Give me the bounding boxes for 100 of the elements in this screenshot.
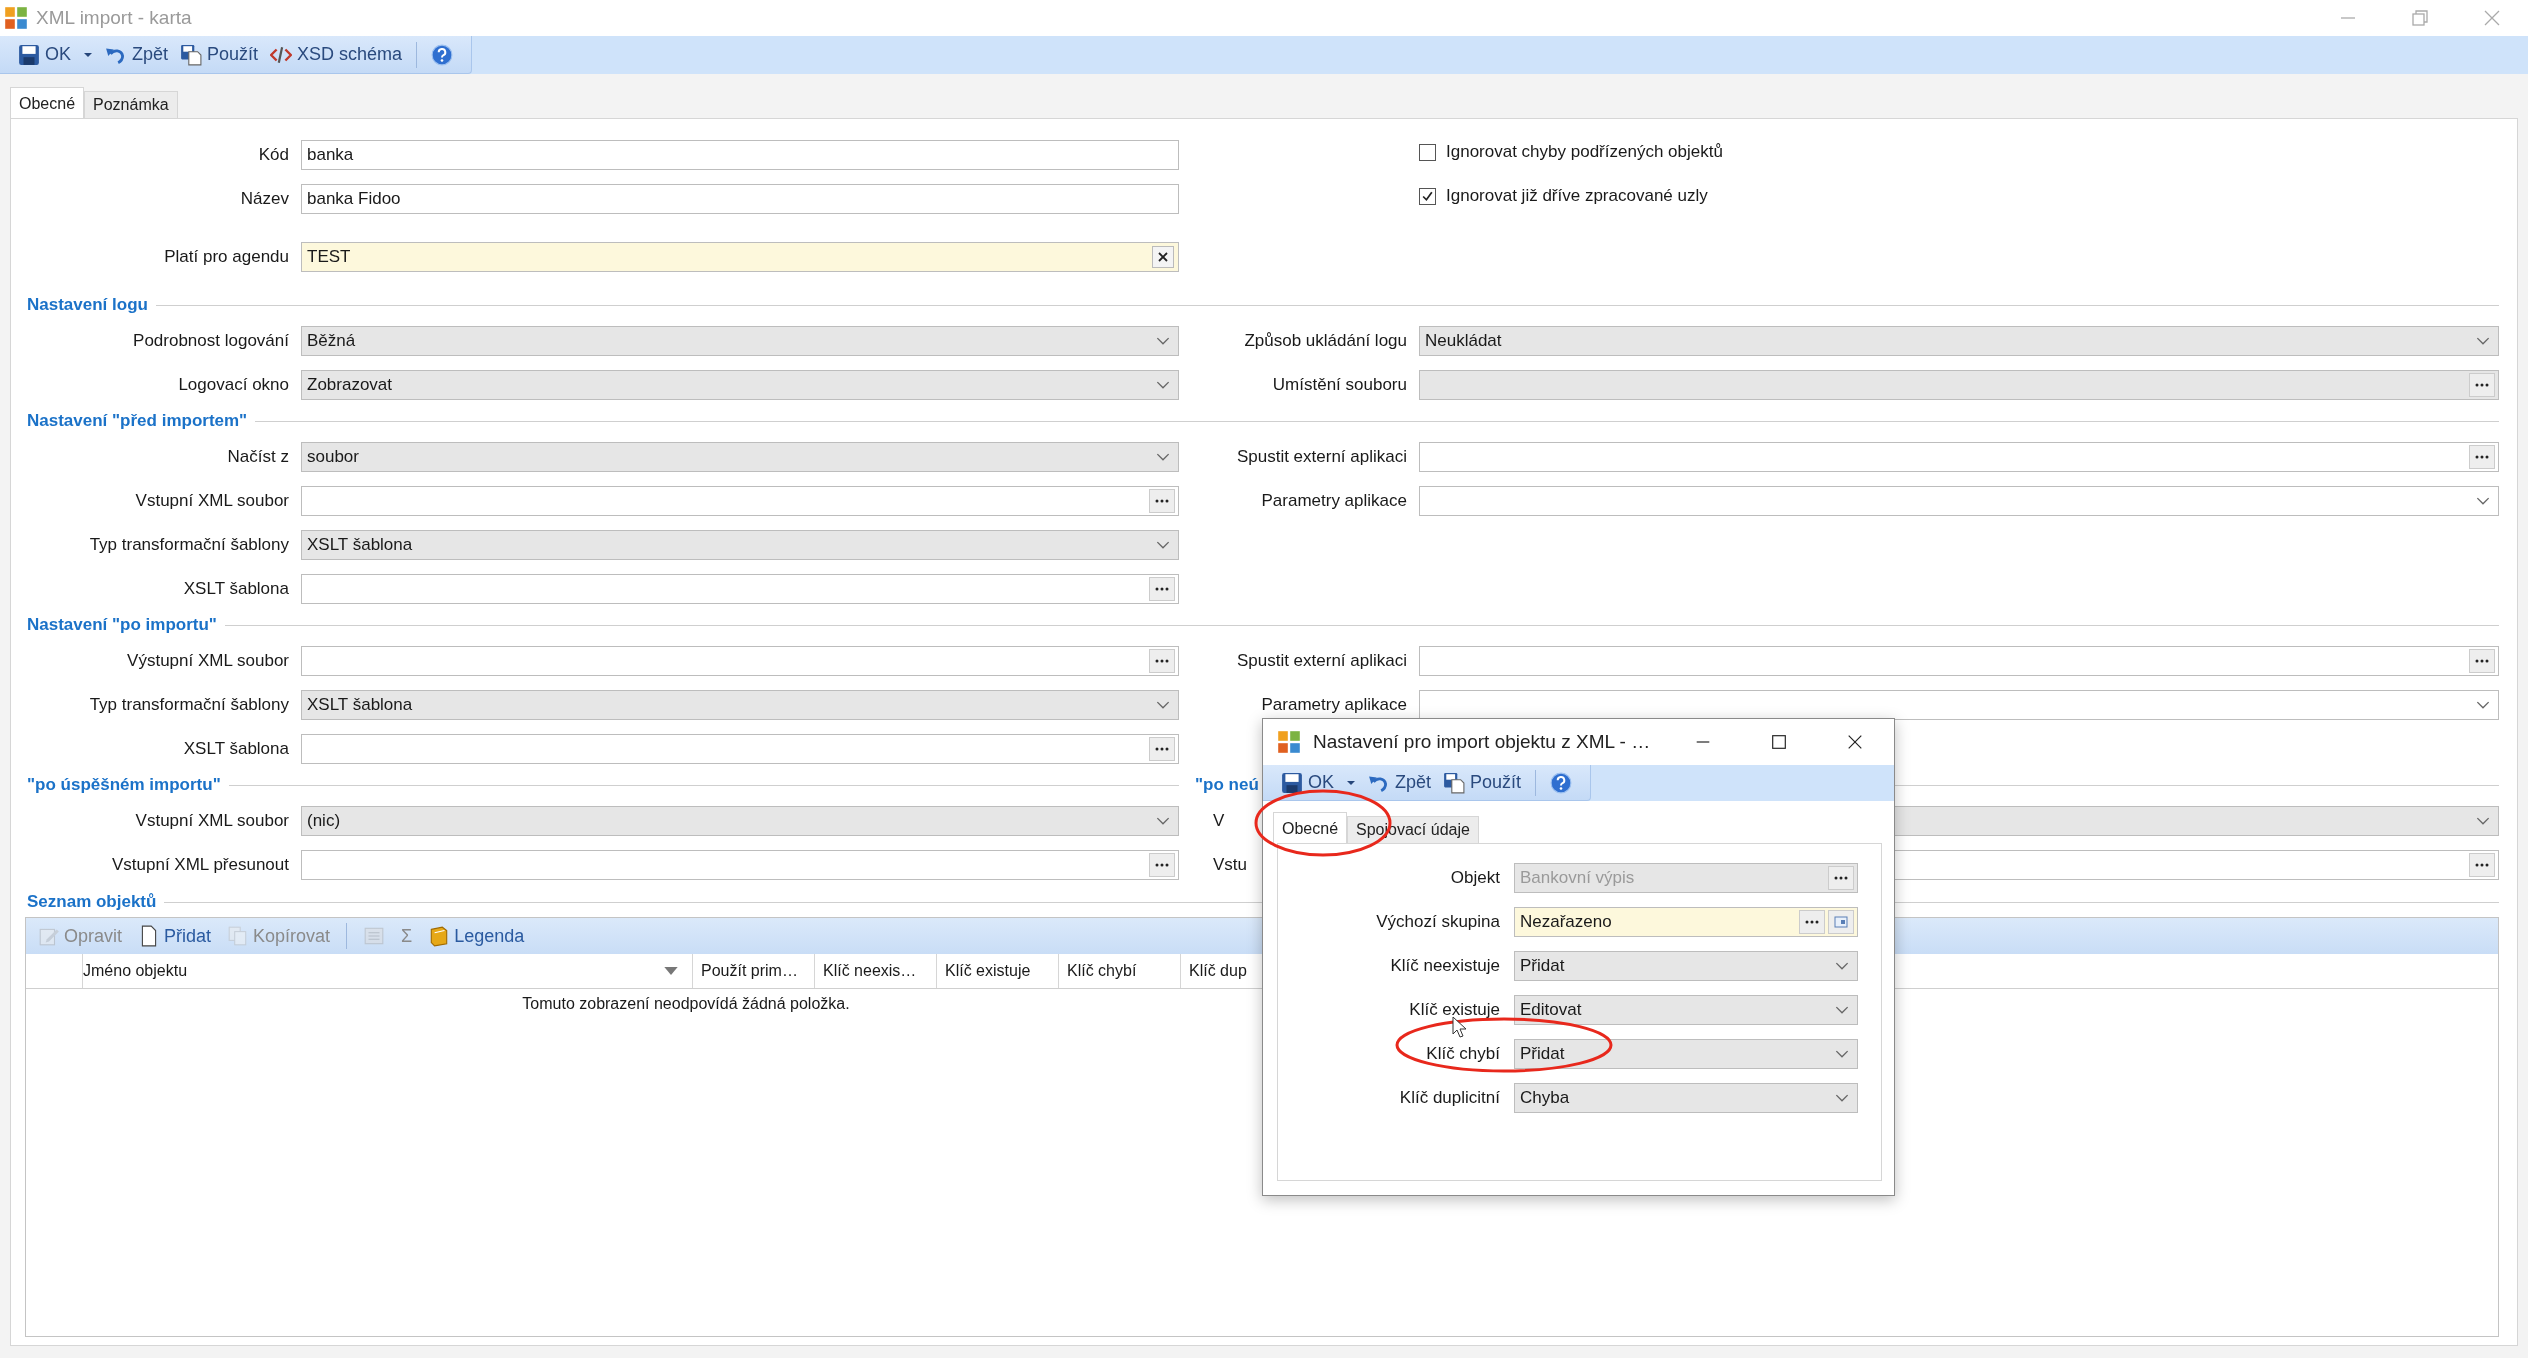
field-label: Klíč neexistuje — [1390, 956, 1500, 976]
dropdown[interactable]: Chyba — [1514, 1083, 1858, 1113]
dropdown[interactable]: Editovat — [1514, 995, 1858, 1025]
document-icon — [180, 43, 203, 66]
dropdown[interactable]: soubor — [301, 442, 1179, 472]
browse-button[interactable] — [1149, 649, 1175, 673]
clear-button[interactable] — [1152, 246, 1174, 268]
browse-button[interactable] — [2469, 373, 2495, 397]
window-icon — [1834, 916, 1848, 928]
dots-icon — [1805, 920, 1819, 924]
field-label: Logovací okno — [178, 375, 289, 395]
maximize-icon[interactable] — [1770, 733, 1788, 751]
browse-button[interactable] — [1149, 489, 1175, 513]
field-label: Typ transformační šablony — [89, 695, 289, 715]
dots-icon — [1155, 587, 1169, 591]
file-field[interactable] — [1419, 646, 2499, 676]
field-label: Spustit externí aplikaci — [1236, 651, 1407, 671]
chevron-down-icon — [1156, 816, 1170, 826]
browse-button[interactable] — [1149, 577, 1175, 601]
browse-button[interactable] — [1149, 737, 1175, 761]
file-field[interactable] — [301, 574, 1179, 604]
filter-icon[interactable] — [664, 967, 678, 975]
browse-button[interactable] — [1828, 866, 1854, 890]
dots-icon — [2475, 863, 2489, 867]
checkbox[interactable] — [1419, 187, 1436, 205]
picker-button[interactable] — [1828, 910, 1854, 934]
browse-button[interactable] — [2469, 445, 2495, 469]
help-icon — [1550, 771, 1573, 794]
chevron-down-icon — [2476, 336, 2490, 346]
ok-button[interactable]: OK — [14, 41, 75, 68]
field-label: Vstupní XML soubor — [135, 491, 289, 511]
tab[interactable]: Poznámka — [84, 91, 178, 118]
dropdown[interactable]: Běžná — [301, 326, 1179, 356]
text-field[interactable]: TEST — [301, 242, 1179, 272]
field-label: Typ transformační šablony — [89, 535, 289, 555]
chevron-down-icon — [2476, 496, 2490, 506]
tab[interactable]: Obecné — [10, 87, 85, 118]
dots-icon — [1155, 499, 1169, 503]
text-field[interactable]: banka Fidoo — [301, 184, 1179, 214]
field-label: Vstupní XML přesunout — [111, 855, 289, 875]
browse-button[interactable] — [1799, 910, 1825, 934]
app-icon — [1277, 730, 1301, 754]
column-header[interactable]: Použít prim… — [693, 954, 815, 988]
chevron-down-icon — [1156, 700, 1170, 710]
dropdown[interactable] — [1419, 690, 2499, 720]
dropdown[interactable]: Neukládat — [1419, 326, 2499, 356]
file-field[interactable] — [301, 850, 1179, 880]
document-icon — [1443, 771, 1466, 794]
browse-button[interactable] — [2469, 649, 2495, 673]
dots-icon — [2475, 455, 2489, 459]
dropdown[interactable] — [1419, 486, 2499, 516]
tab[interactable]: Obecné — [1273, 812, 1348, 843]
text-field[interactable]: Nezařazeno — [1514, 907, 1858, 937]
section-title: "po úspěšném importu" — [27, 775, 221, 795]
file-field[interactable] — [1419, 442, 2499, 472]
dots-icon — [1155, 747, 1169, 751]
column-header[interactable]: Klíč neexis… — [815, 954, 937, 988]
column-header[interactable]: Jméno objektu — [83, 954, 693, 988]
apply-button[interactable]: Použít — [176, 41, 263, 68]
restore-icon[interactable] — [2410, 8, 2430, 28]
file-field[interactable] — [301, 486, 1179, 516]
file-field[interactable] — [301, 734, 1179, 764]
section-title: Seznam objektů — [27, 892, 157, 912]
help-icon — [431, 43, 454, 66]
add-button[interactable]: Přidat — [132, 923, 218, 949]
ok-button[interactable]: OK — [1277, 769, 1338, 796]
file-field[interactable] — [1419, 370, 2499, 400]
schema-button[interactable]: XSD schéma — [266, 41, 407, 68]
chevron-down-icon — [1835, 1093, 1849, 1103]
undo-button[interactable]: Zpět — [101, 41, 173, 68]
save-icon — [18, 43, 40, 66]
section-title: "po neú — [1195, 775, 1259, 795]
dots-icon — [2475, 659, 2489, 663]
text-field[interactable]: banka — [301, 140, 1179, 170]
dropdown[interactable]: Přidat — [1514, 951, 1858, 981]
legend-button[interactable]: Legenda — [422, 923, 531, 949]
dropdown[interactable]: XSLT šablona — [301, 690, 1179, 720]
chevron-down-icon — [2476, 816, 2490, 826]
column-header[interactable]: Klíč existuje — [937, 954, 1059, 988]
undo-button[interactable]: Zpět — [1364, 769, 1436, 796]
empty-message: Tomuto zobrazení neodpovídá žádná položka. — [522, 995, 850, 1014]
dropdown[interactable]: Přidat — [1514, 1039, 1858, 1069]
field-label: Načíst z — [227, 447, 289, 467]
checkbox[interactable] — [1419, 143, 1436, 161]
browse-button[interactable] — [1149, 853, 1175, 877]
field-label: Spustit externí aplikaci — [1236, 447, 1407, 467]
section-title: Nastavení "před importem" — [27, 411, 248, 431]
column-header[interactable]: Klíč chybí — [1059, 954, 1181, 988]
dropdown[interactable]: Zobrazovat — [301, 370, 1179, 400]
dropdown[interactable]: (nic) — [301, 806, 1179, 836]
dialog-title: Nastavení pro import objektu z XML - … — [1313, 731, 1651, 753]
close-icon[interactable] — [1846, 733, 1864, 751]
field-label: Vstupní XML soubor — [135, 811, 289, 831]
dropdown[interactable]: XSLT šablona — [301, 530, 1179, 560]
browse-button[interactable] — [2469, 853, 2495, 877]
file-field[interactable] — [301, 646, 1179, 676]
dots-icon — [1834, 876, 1848, 880]
apply-button[interactable]: Použít — [1439, 769, 1526, 796]
section-title: Nastavení logu — [27, 295, 148, 315]
dots-icon — [2475, 383, 2489, 387]
